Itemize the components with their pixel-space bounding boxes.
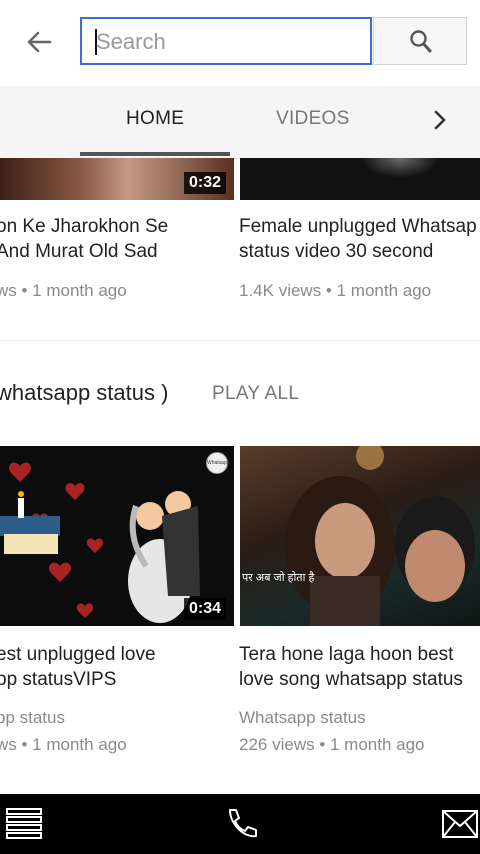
video-meta: ws • 1 month ago bbox=[0, 735, 127, 754]
channel-watermark-icon: Whatsapp bbox=[206, 452, 230, 474]
menu-icon[interactable] bbox=[6, 807, 42, 846]
play-all-button[interactable]: PLAY ALL bbox=[212, 383, 299, 405]
chevron-right-icon[interactable] bbox=[428, 108, 452, 132]
video-title[interactable]: est unplugged love pp statusVIPS bbox=[0, 642, 246, 692]
search-input[interactable] bbox=[94, 21, 358, 63]
video-meta: 1.4K views • 1 month ago bbox=[239, 281, 432, 300]
mail-icon[interactable] bbox=[442, 810, 478, 843]
couple-photo bbox=[285, 446, 475, 626]
magnifier-icon bbox=[410, 30, 432, 53]
duration-badge: 0:34 bbox=[183, 598, 226, 620]
video-title[interactable]: Female unplugged Whatsap status video 30… bbox=[239, 214, 480, 264]
video-meta: ws • 1 month ago bbox=[0, 281, 127, 300]
video-thumbnail[interactable] bbox=[240, 158, 480, 200]
duration-badge: 0:32 bbox=[183, 172, 226, 194]
tab-videos[interactable]: VIDEOS bbox=[276, 108, 350, 130]
search-field[interactable] bbox=[80, 17, 372, 65]
back-arrow-icon[interactable] bbox=[22, 24, 58, 60]
video-thumbnail[interactable]: Whatsapp 0:34 bbox=[0, 446, 234, 626]
video-thumbnail[interactable]: 0:32 bbox=[0, 158, 234, 200]
phone-icon[interactable] bbox=[222, 806, 258, 847]
text-caret bbox=[95, 29, 97, 55]
bottom-bar bbox=[0, 794, 480, 854]
video-title[interactable]: on Ke Jharokhon Se And Murat Old Sad bbox=[0, 214, 246, 264]
tab-active-indicator bbox=[80, 152, 230, 156]
channel-tabs: HOME VIDEOS bbox=[0, 86, 480, 159]
channel-name[interactable]: pp status bbox=[0, 708, 65, 728]
divider bbox=[0, 340, 480, 341]
video-meta: 226 views • 1 month ago bbox=[239, 735, 425, 754]
video-title[interactable]: Tera hone laga hoon best love song whats… bbox=[239, 642, 480, 692]
section-title: whatsapp status ) bbox=[0, 380, 169, 405]
search-button[interactable] bbox=[373, 17, 467, 65]
top-bar bbox=[0, 0, 480, 87]
tab-home[interactable]: HOME bbox=[126, 108, 184, 130]
video-thumbnail[interactable]: पर अब जो होता है bbox=[240, 446, 480, 626]
channel-name[interactable]: Whatsapp status bbox=[239, 708, 366, 728]
video-overlay-text: पर अब जो होता है bbox=[242, 572, 315, 584]
